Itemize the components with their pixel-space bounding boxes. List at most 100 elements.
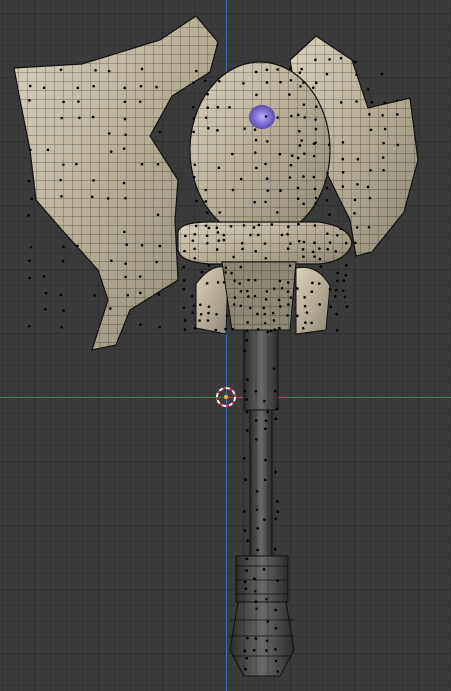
vertex-dot[interactable] — [123, 100, 127, 104]
vertex-dot[interactable] — [199, 313, 203, 316]
vertex-dot[interactable] — [265, 81, 269, 84]
vertex-dot[interactable] — [263, 242, 267, 245]
vertex-dot[interactable] — [183, 249, 186, 253]
vertex-dot[interactable] — [297, 239, 301, 243]
vertex-dot[interactable] — [200, 270, 204, 274]
vertex-dot[interactable] — [326, 171, 329, 175]
vertex-dot[interactable] — [243, 529, 247, 532]
vertex-dot[interactable] — [353, 212, 356, 215]
vertex-dot[interactable] — [218, 80, 221, 83]
vertex-dot[interactable] — [301, 248, 305, 251]
vertex-dot[interactable] — [366, 185, 370, 189]
vertex-dot[interactable] — [243, 389, 247, 393]
vertex-dot[interactable] — [290, 154, 294, 157]
vertex-dot[interactable] — [290, 114, 293, 118]
vertex-dot[interactable] — [298, 71, 302, 74]
vertex-dot[interactable] — [257, 223, 261, 227]
vertex-dot[interactable] — [76, 244, 79, 248]
vertex-dot[interactable] — [109, 150, 113, 153]
vertex-dot[interactable] — [356, 157, 360, 161]
vertex-dot[interactable] — [245, 398, 248, 401]
vertex-dot[interactable] — [182, 306, 186, 309]
vertex-dot[interactable] — [274, 647, 277, 651]
vertex-dot[interactable] — [61, 259, 65, 263]
vertex-dot[interactable] — [366, 88, 370, 91]
vertex-dot[interactable] — [204, 116, 208, 120]
vertex-dot[interactable] — [216, 129, 219, 132]
vertex-dot[interactable] — [207, 126, 210, 130]
vertex-dot[interactable] — [329, 305, 332, 309]
vertex-dot[interactable] — [225, 314, 229, 318]
vertex-dot[interactable] — [396, 143, 400, 147]
vertex-dot[interactable] — [262, 567, 266, 571]
vertex-dot[interactable] — [59, 293, 63, 297]
vertex-dot[interactable] — [381, 156, 385, 159]
vertex-dot[interactable] — [191, 311, 194, 314]
vertex-dot[interactable] — [254, 637, 258, 640]
vertex-dot[interactable] — [92, 179, 95, 182]
vertex-dot[interactable] — [122, 147, 126, 150]
vertex-dot[interactable] — [264, 427, 267, 431]
vertex-dot[interactable] — [272, 319, 276, 322]
vertex-dot[interactable] — [269, 329, 273, 333]
vertex-dot[interactable] — [355, 226, 359, 229]
vertex-dot[interactable] — [252, 226, 256, 229]
vertex-dot[interactable] — [246, 539, 250, 542]
vertex-dot[interactable] — [255, 438, 258, 441]
vertex-dot[interactable] — [156, 213, 160, 217]
vertex-dot[interactable] — [302, 255, 305, 259]
vertex-dot[interactable] — [342, 279, 346, 282]
vertex-dot[interactable] — [318, 247, 321, 250]
vertex-dot[interactable] — [222, 281, 226, 284]
vertex-dot[interactable] — [94, 69, 97, 72]
vertex-dot[interactable] — [336, 233, 339, 237]
vertex-dot[interactable] — [305, 311, 309, 314]
vertex-dot[interactable] — [238, 282, 241, 285]
vertex-dot[interactable] — [263, 312, 267, 316]
vertex-dot[interactable] — [266, 330, 270, 334]
vertex-dot[interactable] — [274, 470, 277, 474]
vertex-dot[interactable] — [28, 99, 31, 102]
vertex-dot[interactable] — [311, 86, 315, 90]
vertex-dot[interactable] — [264, 162, 267, 166]
vertex-dot[interactable] — [207, 264, 211, 267]
vertex-dot[interactable] — [280, 233, 284, 237]
vertex-dot[interactable] — [264, 200, 267, 204]
vertex-dot[interactable] — [192, 175, 196, 179]
vertex-dot[interactable] — [288, 176, 292, 179]
vertex-dot[interactable] — [155, 85, 158, 89]
handle[interactable] — [229, 329, 295, 677]
vertex-dot[interactable] — [252, 648, 256, 652]
vertex-dot[interactable] — [369, 169, 372, 172]
vertex-dot[interactable] — [233, 279, 236, 283]
vertex-dot[interactable] — [239, 265, 243, 269]
vertex-dot[interactable] — [310, 290, 314, 294]
vertex-dot[interactable] — [287, 303, 290, 306]
vertex-dot[interactable] — [302, 152, 306, 155]
vertex-dot[interactable] — [314, 202, 317, 205]
vertex-dot[interactable] — [245, 557, 249, 561]
vertex-dot[interactable] — [203, 79, 207, 82]
vertex-dot[interactable] — [28, 259, 31, 263]
vertex-dot[interactable] — [218, 211, 222, 214]
vertex-dot[interactable] — [243, 349, 246, 353]
vertex-dot[interactable] — [194, 224, 198, 228]
vertex-dot[interactable] — [318, 303, 321, 306]
vertex-dot[interactable] — [139, 291, 142, 295]
vertex-dot[interactable] — [184, 234, 187, 238]
vertex-dot[interactable] — [59, 68, 63, 72]
vertex-dot[interactable] — [296, 156, 300, 160]
vertex-dot[interactable] — [222, 238, 226, 242]
vertex-dot[interactable] — [198, 319, 201, 322]
collar[interactable] — [177, 221, 353, 335]
vertex-dot[interactable] — [286, 314, 289, 317]
vertex-dot[interactable] — [231, 327, 235, 331]
vertex-dot[interactable] — [90, 195, 94, 199]
vertex-dot[interactable] — [289, 242, 292, 245]
vertex-dot[interactable] — [288, 93, 291, 96]
vertex-dot[interactable] — [158, 244, 162, 248]
vertex-dot[interactable] — [77, 100, 80, 103]
vertex-dot[interactable] — [230, 271, 233, 275]
vertex-dot[interactable] — [231, 152, 234, 156]
vertex-dot[interactable] — [339, 56, 343, 60]
